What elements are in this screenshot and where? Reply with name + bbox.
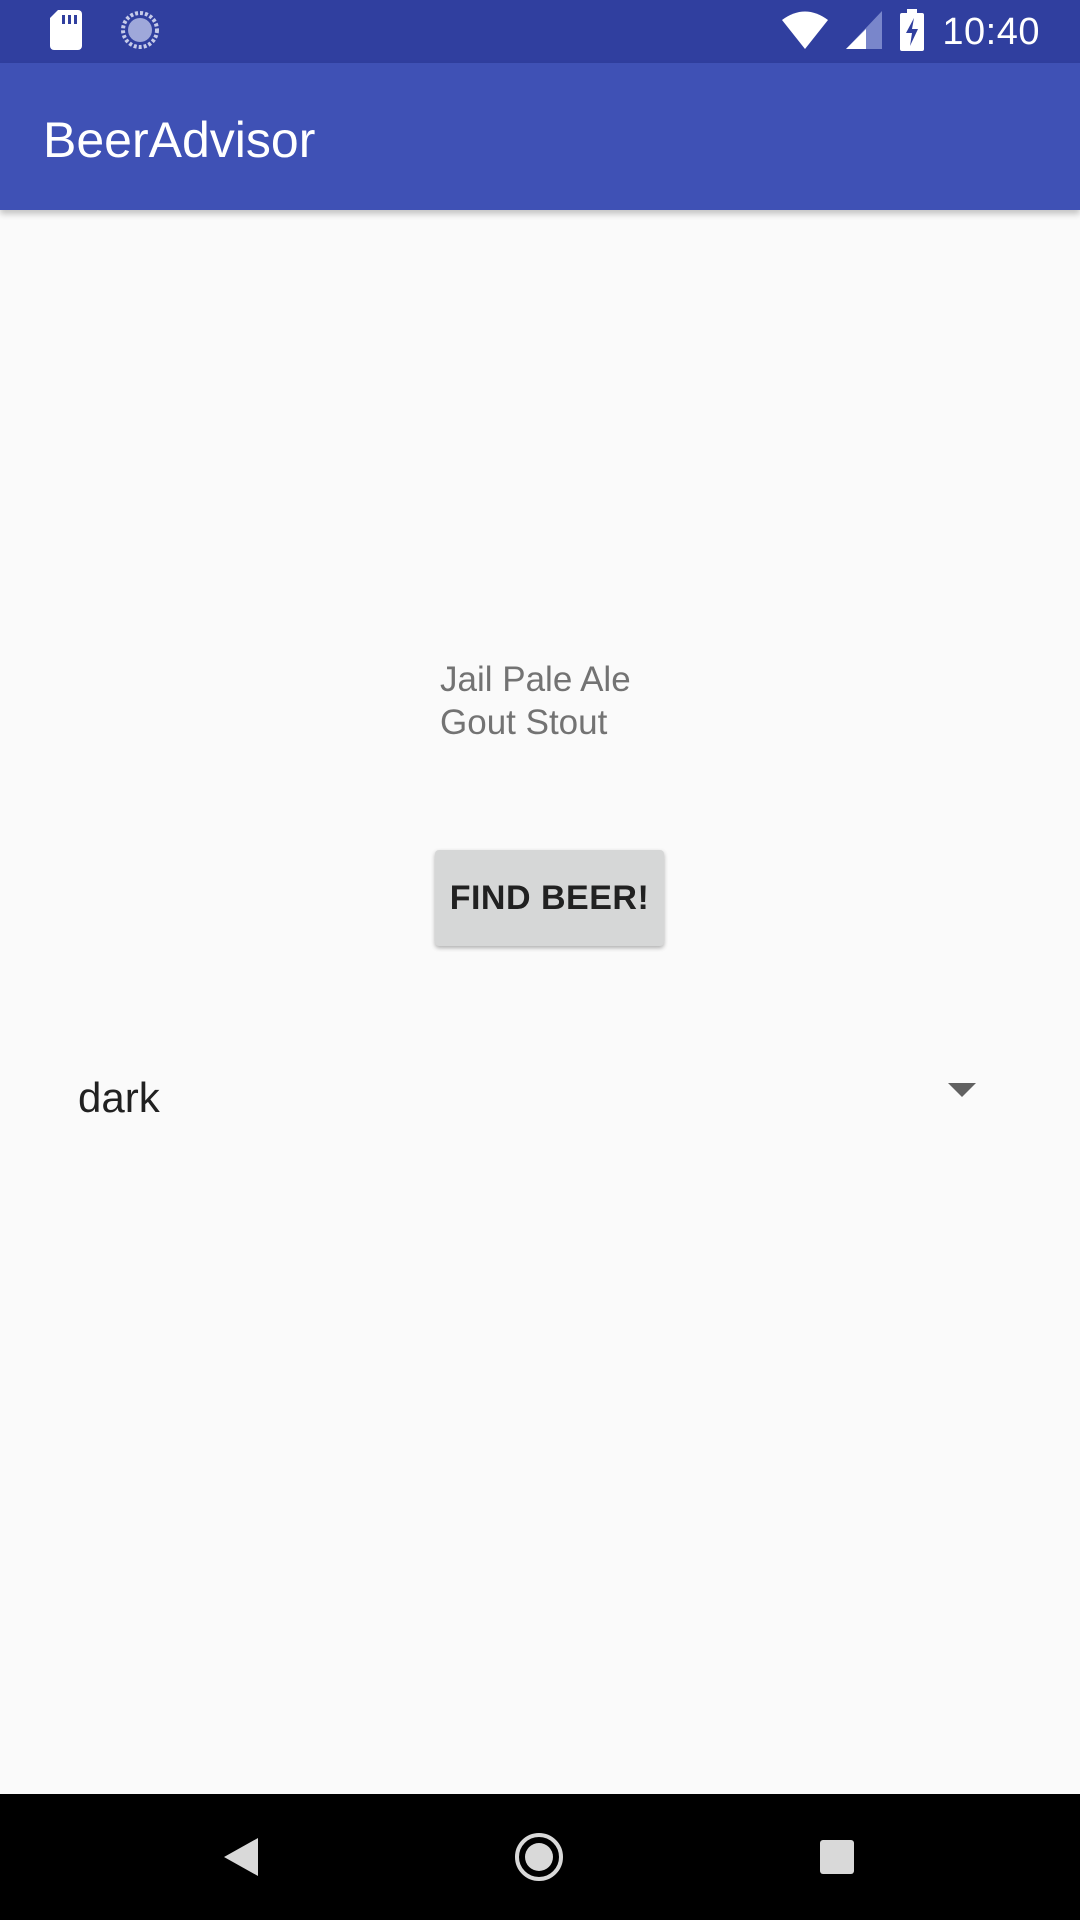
dropdown-arrow-icon bbox=[948, 1083, 976, 1102]
brands-text: Jail Pale Ale Gout Stout bbox=[440, 658, 631, 744]
find-beer-button[interactable]: FIND BEER! bbox=[435, 850, 664, 946]
app-bar: BeerAdvisor bbox=[0, 63, 1080, 210]
spinner-selected-value: dark bbox=[78, 1074, 160, 1121]
main-content: Jail Pale Ale Gout Stout FIND BEER! dark bbox=[0, 210, 1080, 1794]
wifi-icon bbox=[782, 11, 829, 54]
home-icon[interactable] bbox=[504, 1822, 574, 1892]
back-icon[interactable] bbox=[206, 1822, 276, 1892]
status-bar: 10:40 bbox=[0, 0, 1080, 63]
sd-card-icon bbox=[50, 10, 82, 55]
brand-item: Gout Stout bbox=[440, 703, 608, 742]
app-title: BeerAdvisor bbox=[43, 112, 316, 168]
recents-icon[interactable] bbox=[802, 1822, 872, 1892]
color-spinner[interactable]: dark bbox=[40, 1050, 1000, 1146]
battery-charging-icon bbox=[900, 8, 925, 56]
brand-item: Jail Pale Ale bbox=[440, 660, 631, 699]
cell-signal-icon bbox=[846, 10, 883, 54]
navigation-bar bbox=[0, 1794, 1080, 1920]
sync-icon bbox=[120, 10, 160, 55]
status-time: 10:40 bbox=[942, 10, 1040, 53]
